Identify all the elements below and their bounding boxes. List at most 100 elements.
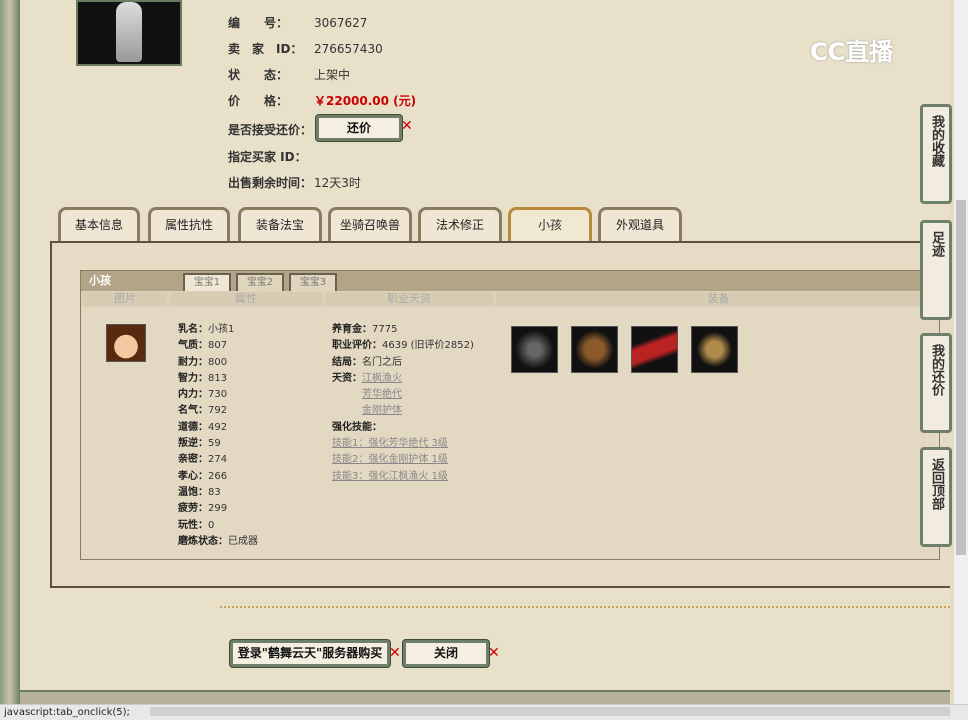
attribute-row: 温饱：83 [178,485,258,501]
col-image: 图片 [83,292,167,306]
value: 59 [208,438,221,450]
equipment-book-icon[interactable] [631,326,678,373]
label: 乳名： [178,324,208,335]
label: 内力： [178,389,208,401]
attribute-row: 智力：813 [178,371,258,387]
career-info: 养育金：7775 职业评价：4639 (旧评价2852) 结局：名门之后 天资：… [332,322,474,485]
value: 299 [208,503,228,515]
tab-child[interactable]: 小孩 [508,207,592,241]
label: 状 态： [228,68,289,82]
value: 274 [208,454,228,466]
back-to-top-button[interactable]: 返回顶部 [920,447,952,547]
attribute-row: 耐力：800 [178,355,258,371]
col-attrs: 属性 [170,292,322,306]
label: 卖 家 ID： [228,42,303,56]
equipment-shoes-icon[interactable] [691,326,738,373]
col-equipment: 装备 [496,292,941,306]
attribute-row: 玩性：0 [178,518,258,534]
bottom-frame [20,690,950,704]
info-row-status: 状 态： 上架中 [228,66,350,83]
value: 730 [208,389,228,401]
value: 已成器 [228,535,258,547]
attribute-row: 叛逆：59 [178,436,258,452]
label: 出售剩余时间： [228,176,313,190]
label: 名气： [178,405,208,417]
buy-button[interactable]: 登录"鹤舞云天"服务器购买 [230,640,390,667]
label: 我的还价 [929,344,944,396]
value: 名门之后 [362,356,402,368]
attribute-row: 疲劳：299 [178,501,258,517]
tab-panel: 小孩 宝宝1 宝宝2 宝宝3 图片 属性 职业天资 装备 乳名：小孩1 气质：80… [50,241,950,588]
talent-link[interactable]: 芳华绝代 [362,389,402,400]
value: 792 [208,405,228,417]
tab-basic[interactable]: 基本信息 [58,207,140,241]
attribute-row: 亲密：274 [178,452,258,468]
info-row-counter: 是否接受还价： [228,121,314,138]
info-row-buyer: 指定买家 ID： [228,148,314,165]
talent-link[interactable]: 江枫渔火 [362,373,402,384]
equipment-robe-icon[interactable] [571,326,618,373]
info-row-seller: 卖 家 ID： 276657430 [228,40,383,57]
value: 266 [208,470,228,482]
skill-link[interactable]: 技能1：强化芳华绝代 3级 [332,438,448,449]
value: 小孩1 [208,324,235,335]
close-button[interactable]: 关闭 [403,640,489,667]
tab-mounts[interactable]: 坐骑召唤兽 [328,207,412,241]
horizontal-scrollbar[interactable] [150,707,950,716]
subtab-baby3[interactable]: 宝宝3 [289,273,337,291]
child-header: 小孩 宝宝1 宝宝2 宝宝3 [81,271,939,291]
label: 天资： [332,372,362,384]
tab-spells[interactable]: 法术修正 [418,207,502,241]
label: 职业评价： [332,340,382,352]
skill-link[interactable]: 技能2：强化金刚护体 1级 [332,454,448,465]
divider [220,606,950,608]
attribute-row: 名气：792 [178,403,258,419]
skill-link[interactable]: 技能3：强化江枫渔火 1级 [332,471,448,482]
label: 价 格： [228,94,289,108]
label: 磨炼状态： [178,535,228,547]
scrollbar-thumb[interactable] [956,200,966,555]
close-x-icon: ✕ [488,645,500,661]
talent-link[interactable]: 金刚护体 [362,405,402,416]
value: 0 [208,519,215,531]
attribute-list: 乳名：小孩1 气质：807 耐力：800 智力：813 内力：730 名气：792 道德：4… [178,322,258,550]
tab-attributes[interactable]: 属性抗性 [148,207,230,241]
label: 我的收藏 [929,115,944,167]
value: 12天3时 [314,176,361,190]
character-image [76,0,182,66]
label: 温饱： [178,486,208,498]
info-row-time: 出售剩余时间： 12天3时 [228,174,361,191]
equipment-belt-icon[interactable] [511,326,558,373]
subtab-baby2[interactable]: 宝宝2 [236,273,284,291]
footprints-button[interactable]: 足迹 [920,220,952,320]
col-career: 职业天资 [325,292,493,306]
label: 孝心： [178,470,208,482]
subtab-baby1[interactable]: 宝宝1 [183,273,231,291]
tab-equipment[interactable]: 装备法宝 [238,207,322,241]
attribute-row: 内力：730 [178,387,258,403]
label: 亲密： [178,454,208,466]
label: 是否接受还价： [228,123,313,137]
attribute-row: 磨炼状态：已成器 [178,534,258,550]
label: 足迹 [929,231,944,257]
label: 返回顶部 [929,458,944,510]
label: 编 号： [228,16,289,30]
my-offers-button[interactable]: 我的还价 [920,333,952,433]
label: 耐力： [178,356,208,368]
favorites-button[interactable]: 我的收藏 [920,104,952,204]
cc-live-watermark: CC直播 [810,38,894,66]
value: 492 [208,421,228,433]
close-x-icon: ✕ [401,118,413,134]
label: 智力： [178,372,208,384]
column-headers: 图片 属性 职业天资 装备 [81,291,941,307]
label: 道德： [178,421,208,433]
label: 养育金： [332,324,372,335]
label: 玩性： [178,519,208,531]
label: 强化技能： [332,421,382,433]
attribute-row: 气质：807 [178,338,258,354]
label: 气质： [178,340,208,352]
attribute-row: 乳名：小孩1 [178,322,258,338]
tab-appearance[interactable]: 外观道具 [598,207,682,241]
value: 83 [208,486,221,498]
counter-offer-button[interactable]: 还价 [316,115,402,141]
